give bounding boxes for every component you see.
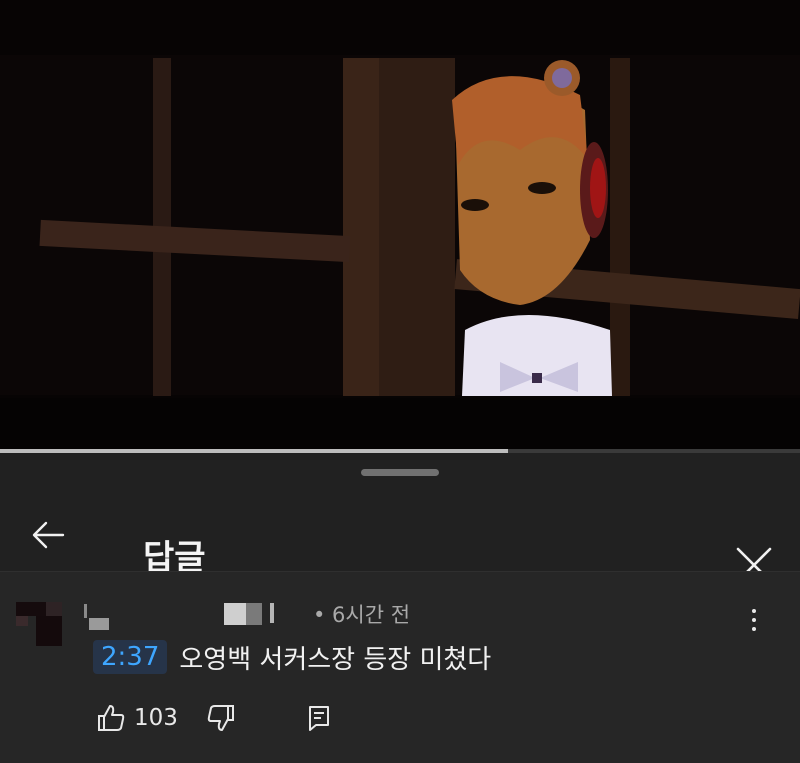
timestamp-link[interactable]: 2:37: [93, 640, 168, 674]
more-options-button[interactable]: [740, 600, 768, 640]
more-vert-icon: [752, 609, 756, 613]
dislike-button[interactable]: [204, 701, 238, 735]
reply-button[interactable]: [302, 701, 336, 735]
comment-body: 2:37 오영백 서커스장 등장 미쳤다: [93, 637, 491, 677]
back-button[interactable]: [24, 511, 72, 559]
page-title: 답글: [143, 538, 206, 578]
comment-time: • 6시간 전: [313, 603, 411, 627]
reply-comment-icon: [309, 706, 329, 731]
thumbs-down-icon: [207, 705, 234, 731]
like-button[interactable]: [94, 701, 128, 735]
like-count: 103: [134, 705, 178, 731]
sheet-header: 답글: [0, 493, 800, 583]
comment-meta: • 6시간 전: [84, 600, 684, 630]
replies-sheet: 답글 • 6시간 전 2:37 오영백 서커스장 등장 미쳤다 103: [0, 453, 800, 763]
drag-handle[interactable]: [361, 469, 439, 476]
video-frame: [0, 0, 800, 449]
avatar[interactable]: [16, 602, 62, 646]
arrow-left-icon: [32, 521, 65, 549]
comment-item: • 6시간 전 2:37 오영백 서커스장 등장 미쳤다 103: [0, 572, 800, 763]
comment-text: 오영백 서커스장 등장 미쳤다: [179, 644, 492, 675]
thumbs-up-icon: [98, 705, 125, 731]
video-player[interactable]: [0, 0, 800, 449]
username-redacted[interactable]: [84, 600, 284, 630]
